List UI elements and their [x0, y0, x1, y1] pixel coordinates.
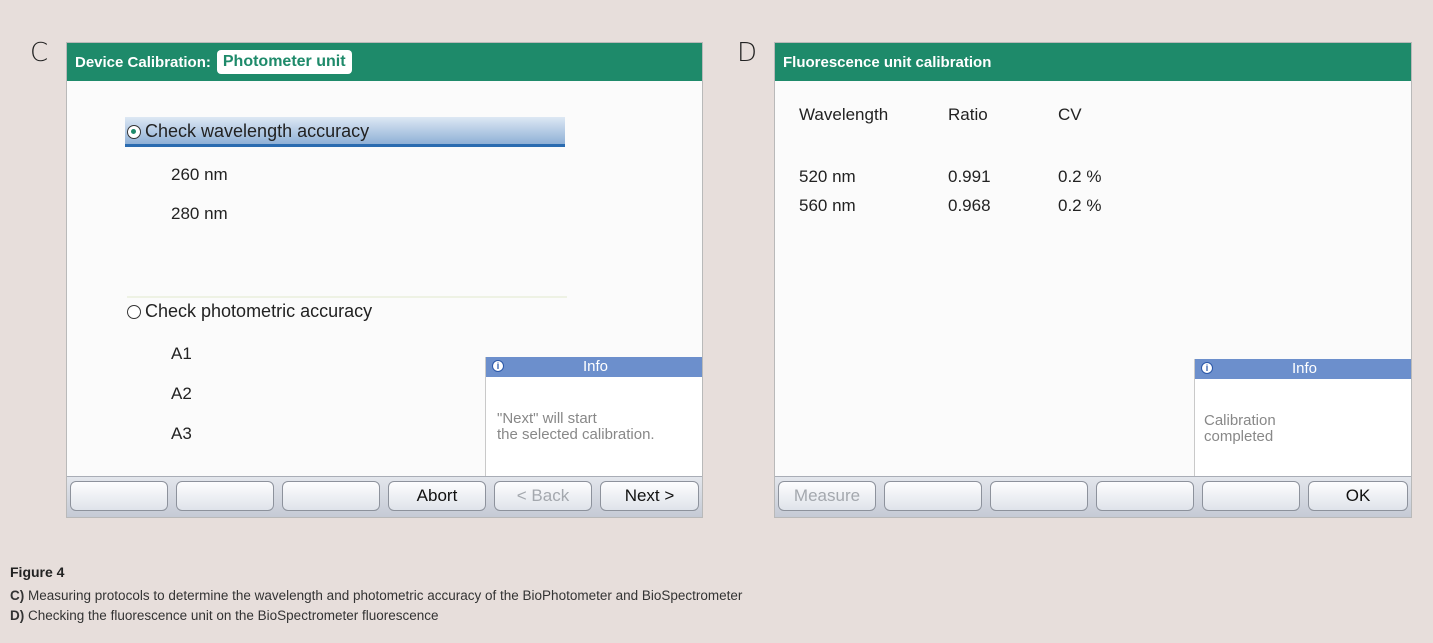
info-text: "Next" will start the selected calibrati… — [497, 410, 655, 443]
soft-button-1[interactable] — [70, 481, 168, 511]
caption-line-c: C) Measuring protocols to determine the … — [10, 588, 743, 603]
title-highlight: Photometer unit — [216, 50, 352, 74]
figure-title: Figure 4 — [10, 564, 65, 580]
soft-button-4[interactable] — [1096, 481, 1194, 511]
radio-unselected-icon[interactable] — [127, 305, 141, 319]
back-button[interactable]: < Back — [494, 481, 592, 511]
button-bar: Measure OK — [775, 476, 1411, 517]
abort-button[interactable]: Abort — [388, 481, 486, 511]
soft-button-5[interactable] — [1202, 481, 1300, 511]
row2-cv: 0.2 % — [1058, 196, 1102, 215]
measure-button[interactable]: Measure — [778, 481, 876, 511]
wavelength-item-280: 280 nm — [171, 204, 228, 223]
header-ratio: Ratio — [948, 105, 988, 124]
row2-wavelength: 560 nm — [799, 196, 856, 215]
info-header: i Info — [486, 357, 702, 377]
panel-letter-d: D — [737, 38, 758, 68]
radio-selected-icon[interactable] — [127, 125, 141, 139]
row1-wavelength: 520 nm — [799, 167, 856, 186]
row1-cv: 0.2 % — [1058, 167, 1102, 186]
row1-ratio: 0.991 — [948, 167, 991, 186]
soft-button-3[interactable] — [990, 481, 1088, 511]
info-icon: i — [492, 360, 504, 372]
header-cv: CV — [1058, 105, 1082, 124]
divider — [127, 296, 567, 298]
title-bar: Fluorescence unit calibration — [775, 43, 1411, 81]
info-box: i Info Calibration completed — [1194, 359, 1411, 479]
soft-button-2[interactable] — [176, 481, 274, 511]
row2-ratio: 0.968 — [948, 196, 991, 215]
option-wavelength-accuracy[interactable]: Check wavelength accuracy — [127, 121, 369, 142]
photometric-item-a2: A2 — [171, 384, 192, 403]
next-button[interactable]: Next > — [600, 481, 699, 511]
info-box: i Info "Next" will start the selected ca… — [485, 357, 702, 479]
soft-button-2[interactable] — [884, 481, 982, 511]
header-wavelength: Wavelength — [799, 105, 889, 124]
panel-letter-c: C — [30, 38, 49, 68]
button-bar: Abort < Back Next > — [67, 476, 702, 517]
info-text: Calibration completed — [1204, 412, 1276, 445]
fluorescence-calibration-screen: Fluorescence unit calibration Wavelength… — [774, 42, 1412, 518]
info-icon: i — [1201, 362, 1213, 374]
soft-button-3[interactable] — [282, 481, 380, 511]
photometric-item-a3: A3 — [171, 424, 192, 443]
photometric-item-a1: A1 — [171, 344, 192, 363]
photometer-calibration-screen: Device Calibration: Photometer unit Chec… — [66, 42, 703, 518]
title-text: Fluorescence unit calibration — [783, 53, 992, 71]
title-prefix: Device Calibration: — [75, 53, 211, 71]
option-photometric-accuracy[interactable]: Check photometric accuracy — [127, 301, 372, 322]
caption-line-d: D) Checking the fluorescence unit on the… — [10, 608, 439, 623]
ok-button[interactable]: OK — [1308, 481, 1408, 511]
title-bar: Device Calibration: Photometer unit — [67, 43, 702, 81]
wavelength-item-260: 260 nm — [171, 165, 228, 184]
info-header: i Info — [1195, 359, 1411, 379]
